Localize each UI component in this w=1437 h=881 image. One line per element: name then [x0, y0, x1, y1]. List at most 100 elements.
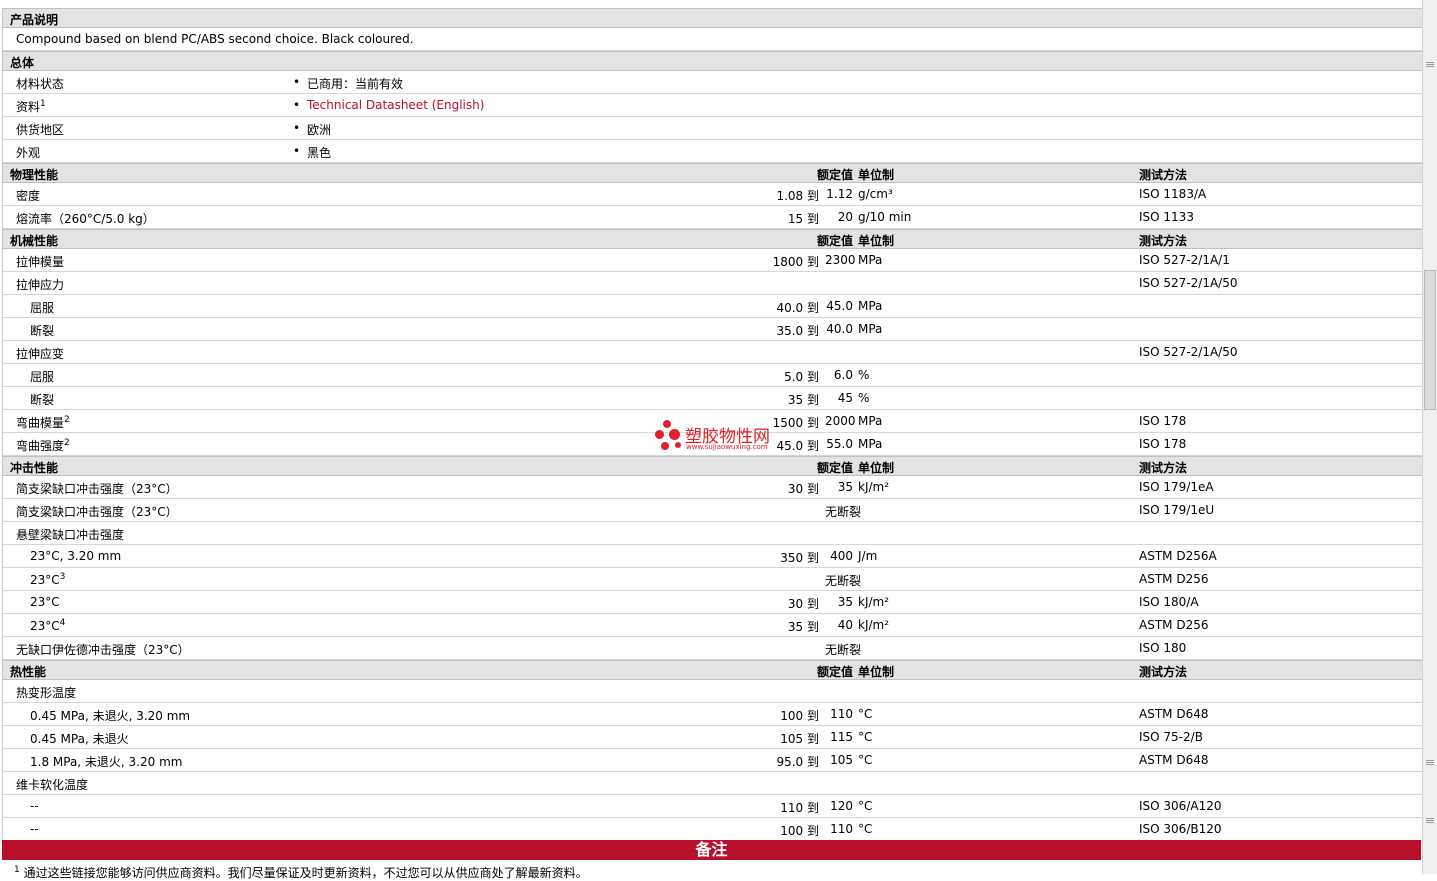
property-label: 23°C3 [30, 572, 65, 587]
value-max: 115 [830, 730, 853, 744]
property-row: 23°C4 35 到 40 kJ/m² ASTM D256 [3, 614, 1422, 637]
column-header-method: 测试方法 [1139, 168, 1188, 182]
value-max: 无断裂 [825, 574, 862, 588]
value-min: 1500 到 [772, 416, 819, 430]
description-text: Compound based on blend PC/ABS second ch… [16, 32, 414, 46]
property-row: 23°C3 无断裂 ASTM D256 [3, 568, 1422, 591]
property-name: -- [30, 822, 39, 836]
unit: MPa [858, 322, 883, 336]
value-min: 15 到 [787, 212, 819, 226]
property-row: 无缺口伊佐德冲击强度（23°C） 无断裂 ISO 180 [3, 637, 1422, 660]
unit: J/m [858, 549, 878, 563]
note-1: 1 通过这些链接您能够访问供应商资料。我们尽量保证及时更新资料，不过您可以从供应… [14, 864, 588, 881]
property-name: 拉伸应力 [16, 278, 65, 292]
value-min: 30 到 [787, 597, 819, 611]
property-name: 简支梁缺口冲击强度（23°C） [16, 482, 178, 496]
description-row: Compound based on blend PC/ABS second ch… [3, 28, 1422, 51]
property-label: 0.45 MPa, 未退火 [30, 730, 129, 747]
footnote-marker: 1 [40, 99, 46, 109]
property-label: 悬壁梁缺口冲击强度 [16, 526, 124, 543]
property-label: 23°C, 3.20 mm [30, 549, 121, 563]
value-min: 100 到 [780, 709, 819, 723]
section-header: 机械性能 额定值 单位制 测试方法 [3, 229, 1422, 249]
value-min: 5.0 到 [784, 370, 819, 384]
value-max: 无断裂 [825, 643, 862, 657]
general-row: 供货地区 • 欧洲 [3, 117, 1422, 140]
value-min: 35.0 到 [776, 324, 819, 338]
property-row: 密度 1.08 到 1.12 g/cm³ ISO 1183/A [3, 183, 1422, 206]
scrollbar-thumb[interactable] [1424, 270, 1436, 410]
test-method: ISO 306/A120 [1139, 799, 1222, 813]
unit: g/10 min [858, 210, 912, 224]
property-row: 23°C 30 到 35 kJ/m² ISO 180/A [3, 591, 1422, 614]
property-name: 密度 [16, 189, 41, 203]
property-name: 维卡软化温度 [16, 778, 89, 792]
test-method: ISO 179/1eU [1139, 503, 1215, 517]
property-row: 拉伸模量 1800 到 2300 MPa ISO 527-2/1A/1 [3, 249, 1422, 272]
value-max: 35 [837, 595, 853, 609]
value-min: 40.0 到 [776, 301, 819, 315]
vertical-scrollbar[interactable] [1422, 0, 1437, 874]
value-max: 45 [837, 391, 853, 405]
value-max: 105 [830, 753, 853, 767]
unit: % [858, 368, 870, 382]
property-name: -- [30, 799, 39, 813]
property-label: 断裂 [30, 391, 54, 408]
column-header-unit: 单位制 [858, 234, 895, 248]
value-max: 55.0 [826, 437, 853, 451]
property-label: 熔流率（260°C/5.0 kg） [16, 210, 155, 227]
property-name: 屈服 [30, 370, 55, 384]
column-header-method: 测试方法 [1139, 234, 1188, 248]
test-method: ASTM D648 [1139, 707, 1209, 721]
value-max: 2300 [825, 253, 856, 267]
column-header-method: 测试方法 [1139, 665, 1188, 679]
property-name: 悬壁梁缺口冲击强度 [16, 528, 125, 542]
value-min: 35 到 [787, 620, 819, 634]
column-header-unit: 单位制 [858, 665, 895, 679]
property-name: 无缺口伊佐德冲击强度（23°C） [16, 643, 190, 657]
property-row: 熔流率（260°C/5.0 kg） 15 到 20 g/10 min ISO 1133 [3, 206, 1422, 229]
general-row: 资料1 • Technical Datasheet (English) [3, 94, 1422, 117]
test-method: ISO 527-2/1A/50 [1139, 276, 1238, 290]
unit: kJ/m² [858, 595, 890, 609]
unit: % [858, 391, 870, 405]
column-header-unit: 单位制 [858, 461, 895, 475]
property-label: -- [30, 799, 39, 813]
property-name: 断裂 [30, 324, 55, 338]
section-header-general: 总体 [3, 51, 1422, 71]
value-min: 1.08 到 [776, 189, 819, 203]
column-header-nominal: 额定值 [816, 461, 853, 475]
property-row: 屈服 40.0 到 45.0 MPa [3, 295, 1422, 318]
value-max: 无断裂 [825, 505, 862, 519]
column-header-nominal: 额定值 [816, 234, 853, 248]
general-label-text: 材料状态 [16, 77, 65, 91]
property-row: 屈服 5.0 到 6.0% [3, 364, 1422, 387]
bullet-icon: • [293, 144, 301, 158]
property-label: 23°C4 [30, 618, 65, 633]
property-label: 屈服 [30, 299, 54, 316]
property-row: -- 110 到 120 °C ISO 306/A120 [3, 795, 1422, 818]
test-method: ISO 178 [1139, 414, 1187, 428]
datasheet-link[interactable]: Technical Datasheet (English) [307, 98, 484, 112]
value-max: 6.0 [833, 368, 853, 382]
test-method: ISO 527-2/1A/50 [1139, 345, 1238, 359]
property-label: 0.45 MPa, 未退火, 3.20 mm [30, 707, 190, 724]
value-max: 1.12 [826, 187, 853, 201]
property-name: 23°C [30, 595, 60, 609]
general-row: 外观 • 黑色 [3, 140, 1422, 163]
general-row: 材料状态 • 已商用：当前有效 [3, 71, 1422, 94]
property-label: 拉伸应变 [16, 345, 64, 362]
note-text: 通过这些链接您能够访问供应商资料。我们尽量保证及时更新资料，不过您可以从供应商处… [23, 866, 588, 880]
property-label: 弯曲强度2 [16, 437, 70, 454]
value-min: 45.0 到 [776, 439, 819, 453]
section-header: 热性能 额定值 单位制 测试方法 [3, 660, 1422, 680]
property-name: 23°C [30, 619, 60, 633]
unit: °C [858, 799, 873, 813]
general-label: 材料状态 [16, 75, 64, 92]
property-label: 热变形温度 [16, 684, 76, 701]
section-header: 冲击性能 额定值 单位制 测试方法 [3, 456, 1422, 476]
notes-header: 备注 [2, 840, 1421, 860]
section-title: 冲击性能 [10, 461, 59, 475]
test-method: ISO 527-2/1A/1 [1139, 253, 1230, 267]
property-name: 0.45 MPa, 未退火 [30, 732, 129, 746]
